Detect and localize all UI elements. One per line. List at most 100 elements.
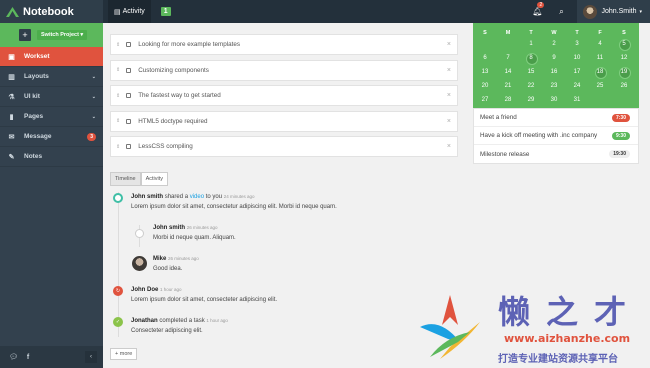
calendar-day[interactable]: 12 (614, 53, 634, 63)
calendar-day[interactable]: 17 (567, 67, 587, 77)
search-button[interactable]: ⌕ (549, 7, 573, 17)
drag-handle-icon[interactable]: ⇕ (116, 144, 120, 150)
calendar-day[interactable]: 24 (567, 81, 587, 91)
drag-handle-icon[interactable]: ⇕ (116, 93, 120, 99)
add-project-button[interactable]: + (19, 29, 31, 41)
calendar-day[interactable]: 15 (521, 67, 541, 77)
calendar-day-header: W (551, 30, 557, 36)
entry-author[interactable]: John Doe (131, 287, 158, 293)
sidebar-item-message[interactable]: ✉ Message 3 (0, 127, 103, 147)
event-item[interactable]: Milestone release 19:30 (474, 145, 638, 163)
document-icon: ▤ (114, 8, 121, 16)
drag-handle-icon[interactable]: ⇕ (116, 42, 120, 48)
chevron-down-icon: ⌄ (91, 93, 96, 100)
task-item[interactable]: ⇕ Customizing components × (110, 59, 458, 81)
close-icon[interactable]: × (447, 67, 451, 74)
calendar-day[interactable]: 23 (544, 81, 564, 91)
reply-dot (135, 229, 144, 238)
calendar-day[interactable]: 9 (544, 53, 564, 63)
top-header: Notebook ▤ Activity 1 🔔︎ 2 ⌕ John.Smith … (0, 0, 650, 23)
flask-icon: ⚗ (8, 93, 15, 101)
calendar-day[interactable]: 27 (475, 95, 495, 105)
entry-body: Consecteter adipiscing elit. (131, 327, 203, 334)
facebook-icon[interactable]: f (27, 354, 29, 361)
calendar-day[interactable]: 3 (567, 39, 587, 49)
user-menu[interactable]: John.Smith ▾ (577, 0, 650, 23)
event-title: Meet a friend (480, 114, 517, 121)
calendar-day[interactable]: 10 (567, 53, 587, 63)
close-icon[interactable]: × (447, 92, 451, 99)
entry-time: 26 minutes ago (168, 256, 199, 261)
calendar-day[interactable]: 25 (590, 81, 610, 91)
calendar-day[interactable]: 13 (475, 67, 495, 77)
switch-project-button[interactable]: Switch Project ▾ (37, 30, 88, 40)
notifications-button[interactable]: 🔔︎ 2 (525, 2, 549, 16)
nav-activity[interactable]: ▤ Activity (108, 0, 151, 23)
event-item[interactable]: Have a kick off meeting with .inc compan… (474, 127, 638, 145)
sidebar-item-layouts[interactable]: ▥ Layouts ⌄ (0, 67, 103, 87)
calendar-day[interactable]: 2 (544, 39, 564, 49)
task-checkbox[interactable] (126, 144, 132, 149)
nav-badge[interactable]: 1 (160, 7, 171, 16)
more-button[interactable]: + more (110, 348, 138, 360)
entry-author[interactable]: Jonathan (131, 318, 158, 324)
file-icon: ▮ (9, 113, 14, 121)
drag-handle-icon[interactable]: ⇕ (116, 118, 120, 124)
tab-timeline[interactable]: Timeline (110, 172, 141, 186)
calendar-day[interactable]: 8 (521, 53, 541, 65)
collapse-sidebar-button[interactable]: ‹ (85, 351, 97, 363)
calendar-day[interactable]: 6 (475, 53, 495, 63)
event-item[interactable]: Meet a friend 7:30 (474, 109, 638, 127)
task-item[interactable]: ⇕ LessCSS compiling × (110, 136, 458, 157)
chevron-left-icon: ‹ (90, 354, 92, 360)
calendar-day[interactable]: 18 (590, 67, 610, 79)
calendar-day[interactable]: 7 (498, 53, 518, 63)
calendar-day[interactable]: 31 (567, 95, 587, 105)
entry-author[interactable]: John smith (131, 194, 163, 200)
sidebar-item-workset[interactable]: ▣ Workset (0, 47, 103, 67)
calendar-day[interactable]: 19 (614, 67, 634, 79)
entry-author[interactable]: Mike (153, 256, 166, 262)
calendar-day-header: F (598, 30, 602, 36)
entry-link[interactable]: video (190, 194, 204, 200)
sidebar-item-uikit[interactable]: ⚗ UI kit ⌄ (0, 87, 103, 107)
sidebar-item-pages[interactable]: ▮ Pages ⌄ (0, 107, 103, 127)
calendar-day[interactable]: 14 (498, 67, 518, 77)
close-icon[interactable]: × (447, 143, 451, 150)
watermark: 懒之才 www.aizhanzhe.com 打造专业建站资源共享平台 (410, 285, 650, 368)
task-item[interactable]: ⇕ Looking for more example templates × (110, 34, 458, 55)
calendar-day[interactable]: 28 (498, 95, 518, 105)
switch-project-label: Switch Project (41, 32, 79, 38)
chat-icon[interactable]: 💬︎ (9, 353, 18, 361)
sidebar-item-notes[interactable]: ✎ Notes (0, 147, 103, 167)
drag-handle-icon[interactable]: ⇕ (116, 67, 120, 73)
calendar-day[interactable]: 4 (590, 39, 610, 49)
calendar-day[interactable]: 11 (590, 53, 610, 63)
task-checkbox[interactable] (126, 93, 132, 98)
calendar-day[interactable]: 26 (614, 81, 634, 91)
entry-action: completed a task (159, 318, 205, 324)
entry-tail: to you (205, 194, 223, 200)
task-checkbox[interactable] (126, 42, 132, 47)
calendar-day[interactable]: 16 (544, 67, 564, 77)
task-item[interactable]: ⇕ The fastest way to get started × (110, 85, 458, 106)
close-icon[interactable]: × (447, 41, 451, 48)
calendar-day[interactable]: 30 (544, 95, 564, 105)
calendar-day[interactable]: 20 (475, 81, 495, 91)
close-icon[interactable]: × (447, 118, 451, 125)
calendar-day[interactable]: 21 (498, 81, 518, 91)
task-item[interactable]: ⇕ HTML5 doctype required × (110, 110, 458, 132)
watermark-tagline: 打造专业建站资源共享平台 (498, 354, 618, 365)
entry-author[interactable]: John smith (153, 225, 185, 231)
tab-activity[interactable]: Activity (140, 172, 169, 186)
calendar-day[interactable]: 1 (521, 39, 541, 49)
avatar[interactable] (132, 256, 147, 271)
sidebar-item-label: Layouts (24, 73, 49, 80)
task-list: ⇕ Looking for more example templates × ⇕… (110, 34, 458, 162)
task-checkbox[interactable] (126, 118, 132, 124)
calendar-day[interactable]: 5 (614, 39, 634, 51)
task-checkbox[interactable] (126, 67, 132, 73)
calendar-day[interactable]: 29 (521, 95, 541, 105)
calendar-day[interactable]: 22 (521, 81, 541, 91)
brand[interactable]: Notebook (0, 0, 103, 23)
